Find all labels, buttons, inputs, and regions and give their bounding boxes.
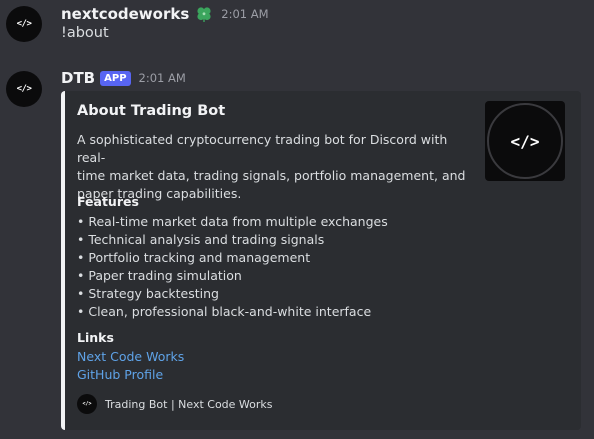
app-badge: APP [100,70,131,86]
username[interactable]: nextcodeworks [61,5,189,23]
embed-description-line: time market data, trading signals, portf… [77,168,466,183]
list-item: Real-time market data from multiple exch… [77,213,387,231]
link-github-profile[interactable]: GitHub Profile [77,367,163,382]
avatar-code-glyph: </> [16,84,32,94]
links-field-name: Links [77,330,114,345]
user-avatar[interactable]: </> [6,6,42,42]
message-content: !about [61,25,109,41]
bot-avatar[interactable]: </> [6,71,42,107]
embed-title: About Trading Bot [77,103,226,119]
thumbnail-code-glyph: </> [510,131,540,151]
embed-footer: </> Trading Bot | Next Code Works [77,394,273,414]
link-next-code-works[interactable]: Next Code Works [77,349,184,364]
embed-card: About Trading Bot A sophisticated crypto… [61,91,581,430]
username[interactable]: DTB [61,69,95,87]
avatar-code-glyph: </> [16,19,32,29]
footer-icon: </> [77,394,97,414]
footer-text: Trading Bot | Next Code Works [105,397,273,411]
features-list: Real-time market data from multiple exch… [77,213,388,321]
clover-icon[interactable] [195,5,213,23]
list-item: Clean, professional black-and-white inte… [77,303,388,321]
features-field-name: Features [77,194,139,209]
embed-description: A sophisticated cryptocurrency trading b… [77,131,469,203]
embed-thumbnail[interactable]: </> [485,101,565,181]
list-item: Portfolio tracking and management [77,249,388,267]
list-item: Paper trading simulation [77,267,388,285]
embed-description-line: A sophisticated cryptocurrency trading b… [77,132,448,165]
message-timestamp[interactable]: 2:01 AM [139,71,186,85]
list-item: Technical analysis and trading signals [77,231,388,249]
list-item: Strategy backtesting [77,285,388,303]
message-timestamp[interactable]: 2:01 AM [221,7,268,21]
